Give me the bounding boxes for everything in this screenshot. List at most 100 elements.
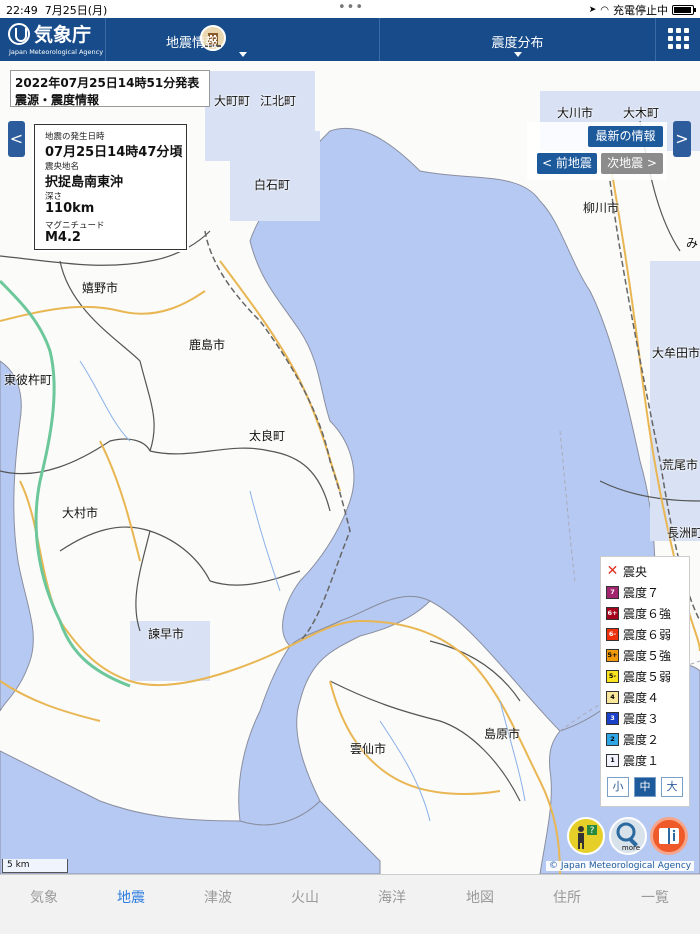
- place-label: 島原市: [484, 727, 521, 741]
- intensity-swatch: 4: [606, 690, 619, 704]
- tab-earthquake-info[interactable]: 地震情報: [106, 18, 380, 61]
- magnifier-more-icon: more: [616, 822, 640, 852]
- place-label: 長洲町: [667, 526, 700, 540]
- size-small-button[interactable]: 小: [607, 777, 629, 797]
- prev-quake-button[interactable]: < 前地震: [537, 153, 597, 174]
- quake-info-panel: 地震の発生日時 07月25日14時47分頃 震央地名 択捉島南東沖 深さ 110…: [34, 124, 187, 250]
- intensity-swatch: 5-: [606, 669, 619, 683]
- tab-weather[interactable]: 気象: [14, 887, 74, 907]
- logo-title: 気象庁: [34, 24, 92, 46]
- logo-subtitle: Japan Meteorological Agency: [9, 48, 104, 56]
- map-attribution[interactable]: © Japan Meteorological Agency: [546, 861, 695, 871]
- intensity-label: 震度７: [623, 585, 660, 600]
- tab-tsunami[interactable]: 津波: [188, 887, 248, 907]
- intensity-label: 震度１: [623, 753, 660, 768]
- tab-address[interactable]: 住所: [537, 887, 597, 907]
- tab-volcano[interactable]: 火山: [275, 887, 335, 907]
- tab-earthquake-label: 地震情報: [166, 36, 219, 51]
- place-label: 柳川市: [583, 201, 620, 215]
- status-bar: 22:49 7月25日(月) ••• ➤ ◠ 充電停止中: [0, 0, 700, 18]
- place-label: 大村市: [62, 506, 99, 520]
- place-label: 大牟田市: [652, 346, 700, 360]
- wifi-icon: ◠: [600, 4, 609, 16]
- tab-map[interactable]: 地図: [450, 887, 510, 907]
- quake-navigation: 最新の情報 < 前地震 次地震 >: [527, 122, 667, 180]
- place-label: 雲仙市: [350, 742, 387, 756]
- intensity-swatch: 3: [606, 711, 619, 725]
- legend-item: 4 震度４: [606, 689, 659, 705]
- legend-epicenter-label: 震央: [623, 564, 648, 579]
- epicenter-value: 択捉島南東沖: [45, 175, 124, 190]
- legend-item: 7 震度７: [606, 584, 659, 600]
- intensity-swatch: 1: [606, 753, 619, 767]
- time-value: 07月25日14時47分頃: [45, 145, 183, 160]
- place-label: 太良町: [249, 429, 286, 443]
- place-label: 白石町: [254, 178, 291, 192]
- place-label: 諫早市: [148, 627, 185, 641]
- menu-grid-button[interactable]: [656, 18, 700, 61]
- tab-ocean[interactable]: 海洋: [362, 887, 422, 907]
- intensity-swatch: 7: [606, 585, 619, 599]
- issued-banner: 2022年07月25日14時51分発表 震源・震度情報: [10, 70, 210, 107]
- intensity-swatch: 6-: [606, 627, 619, 641]
- chevron-down-icon: [238, 52, 247, 57]
- map-scale: 5 km: [2, 859, 68, 873]
- charging-status: 充電停止中: [613, 4, 668, 17]
- intensity-label: 震度６強: [623, 606, 672, 621]
- status-right: ➤ ◠ 充電停止中: [588, 2, 696, 18]
- legend-item: 5- 震度５弱: [606, 668, 671, 684]
- more-search-button[interactable]: more: [609, 817, 647, 855]
- place-label: 大川市: [557, 106, 594, 120]
- place-label: 江北町: [260, 94, 297, 108]
- place-label: 荒尾市: [662, 458, 699, 472]
- tab-list[interactable]: 一覧: [625, 887, 685, 907]
- size-large-button[interactable]: 大: [661, 777, 683, 797]
- svg-text:?: ?: [590, 826, 595, 836]
- legend-item: 2 震度２: [606, 731, 659, 747]
- intensity-label: 震度４: [623, 690, 660, 705]
- location-icon: ➤: [588, 5, 597, 15]
- svg-text:more: more: [622, 844, 640, 852]
- place-label: 東彼杵町: [4, 373, 53, 387]
- intensity-label: 震度２: [623, 732, 660, 747]
- legend-item: 5+ 震度５強: [606, 647, 671, 663]
- place-label: 鹿島市: [189, 338, 226, 352]
- intensity-swatch: 6+: [606, 606, 619, 620]
- intensity-label: 震度５強: [623, 648, 672, 663]
- issued-datetime: 2022年07月25日14時51分発表: [15, 76, 200, 90]
- app-header: 気象庁 Japan Meteorological Agency 地震情報 震度分…: [0, 18, 700, 61]
- collapse-right-button[interactable]: >: [673, 121, 691, 157]
- tab-intensity-distribution[interactable]: 震度分布: [380, 18, 656, 61]
- legend-item: 1 震度１: [606, 752, 659, 768]
- person-question-icon: ?: [578, 825, 597, 849]
- next-quake-button[interactable]: 次地震 >: [601, 153, 663, 174]
- status-time: 22:49 7月25日(月): [6, 4, 108, 17]
- epicenter-x-icon: ✕: [606, 562, 619, 579]
- size-medium-button[interactable]: 中: [634, 777, 656, 797]
- latest-info-button[interactable]: 最新の情報: [588, 126, 663, 147]
- intensity-label: 震度３: [623, 711, 660, 726]
- multitask-dots[interactable]: •••: [338, 0, 364, 15]
- legend-item: 6- 震度６弱: [606, 626, 671, 642]
- jma-logo[interactable]: 気象庁 Japan Meteorological Agency: [0, 18, 106, 61]
- info-title: 震源・震度情報: [15, 93, 100, 107]
- bottom-tab-bar: 気象 地震 津波 火山 海洋 地図 住所 一覧: [0, 874, 700, 918]
- depth-value: 110km: [45, 201, 95, 216]
- intensity-legend: ✕ 震央 7 震度７ 6+ 震度６強 6- 震度６弱 5+ 震度５強 5- 震度５弱 4 震度４ 3 震度…: [600, 556, 690, 807]
- legend-item: 6+ 震度６強: [606, 605, 671, 621]
- intensity-swatch: 5+: [606, 648, 619, 662]
- tab-earthquake[interactable]: 地震: [101, 887, 161, 907]
- book-info-icon: [659, 828, 679, 844]
- place-label: 嬉野市: [82, 281, 119, 295]
- tab-intensity-label: 震度分布: [491, 36, 544, 51]
- home-indicator-area: [0, 918, 700, 934]
- collapse-left-button[interactable]: <: [8, 121, 25, 157]
- jma-logo-icon: [8, 23, 30, 45]
- chevron-down-icon: [513, 52, 522, 57]
- legend-item: 3 震度３: [606, 710, 659, 726]
- legend-epicenter: ✕ 震央: [606, 563, 647, 579]
- intensity-label: 震度６弱: [623, 627, 672, 642]
- help-person-button[interactable]: ?: [567, 817, 605, 855]
- info-book-button[interactable]: [650, 817, 688, 855]
- intensity-swatch: 2: [606, 732, 619, 746]
